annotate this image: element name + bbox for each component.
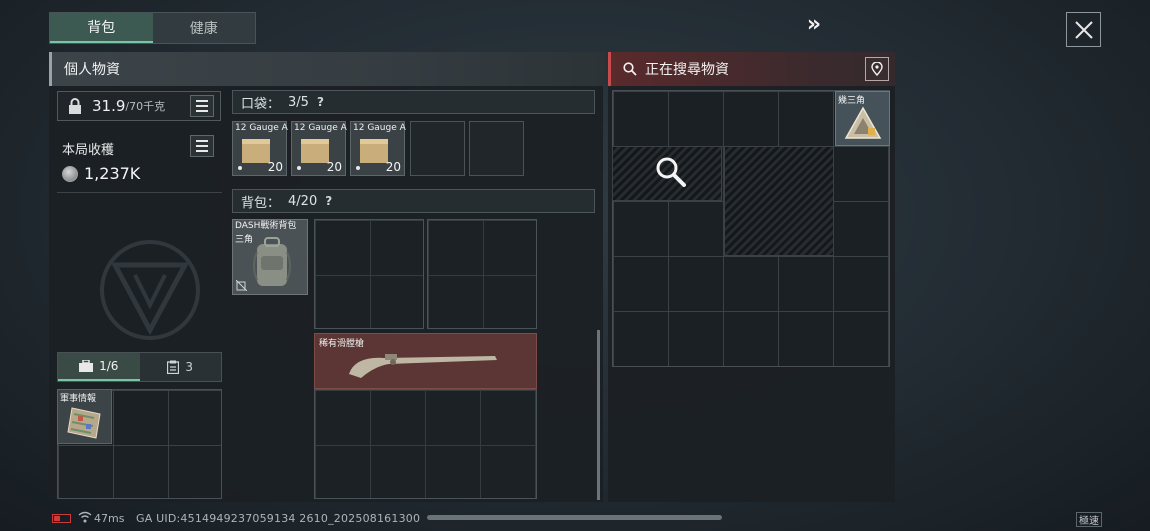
- tab-briefcase[interactable]: 1/6: [58, 353, 140, 381]
- intel-map-icon: [67, 407, 101, 439]
- clipboard-icon: [167, 360, 180, 374]
- ammo-label: 12 Gauge A: [294, 123, 347, 133]
- horizontal-scrollbar[interactable]: [427, 515, 722, 520]
- triangle-token-icon: [844, 106, 882, 139]
- ammo-count: 20: [326, 160, 342, 174]
- pocket-count: 3/5: [288, 94, 309, 110]
- search-header: 正在搜尋物資: [608, 52, 895, 86]
- ammo-count: 20: [267, 160, 283, 174]
- ammo-label: 12 Gauge A: [235, 123, 288, 133]
- location-pin-button[interactable]: [865, 57, 889, 81]
- location-pin-icon: [871, 62, 883, 76]
- backpack-help-icon[interactable]: ?: [325, 194, 332, 208]
- search-header-label: 正在搜尋物資: [645, 62, 729, 78]
- close-icon: [1074, 20, 1093, 39]
- ammo-box-icon: [242, 139, 270, 163]
- pocket-label: 口袋：: [241, 96, 281, 112]
- tab-backpack[interactable]: 背包: [50, 13, 153, 43]
- harvest-value-row: 1,237K: [62, 164, 140, 183]
- battery-icon: [52, 514, 71, 523]
- backpack-icon: [253, 237, 291, 286]
- backpack-scrollbar[interactable]: [597, 330, 600, 500]
- ammo-box-icon: [360, 139, 388, 163]
- pocket-slot-1[interactable]: 12 Gauge A 20: [232, 121, 288, 176]
- speed-badge[interactable]: 極速: [1076, 512, 1102, 527]
- pocket-help-icon[interactable]: ?: [317, 95, 324, 109]
- unsearched-cell-b: [724, 146, 834, 256]
- search-icon: [623, 62, 637, 76]
- backpack-bar: 背包： 4/20 ?: [232, 189, 595, 213]
- personal-header: 個人物資: [49, 52, 605, 86]
- harvest-value: 1,237K: [84, 164, 141, 183]
- divider: [57, 192, 222, 193]
- weight-max: /70千克: [125, 100, 166, 113]
- weight-value: 31.9: [92, 97, 126, 115]
- storage-tabs: 1/6 3: [57, 352, 222, 382]
- intel-item[interactable]: 軍事情報: [57, 389, 112, 444]
- briefcase-count: 1/6: [99, 359, 119, 373]
- pocket-slot-5[interactable]: [469, 121, 524, 176]
- musket-icon: [349, 354, 497, 378]
- pocket-slot-2[interactable]: 12 Gauge A 20: [291, 121, 347, 176]
- rare-musket-item[interactable]: 稀有滑膛槍: [314, 333, 537, 389]
- dash-backpack-item[interactable]: DASH戰術背包 三角: [232, 219, 308, 295]
- backpack-slot-b[interactable]: [427, 219, 537, 329]
- backpack-count: 4/20: [288, 193, 318, 209]
- close-button[interactable]: [1066, 12, 1101, 47]
- harvest-list-button[interactable]: [190, 135, 214, 157]
- ammo-dot-icon: [238, 166, 242, 170]
- triangle-item-label: 幾三角: [838, 96, 866, 106]
- coin-icon: [62, 165, 78, 182]
- double-chevron-right-icon[interactable]: »: [800, 12, 828, 38]
- uid-text: GA UID:4514949237059134 2610_20250816130…: [136, 512, 421, 525]
- harvest-label: 本局收穫: [62, 143, 115, 158]
- clipboard-count: 3: [185, 360, 194, 374]
- ammo-dot-icon: [356, 166, 360, 170]
- main-tabs: 背包 健康: [49, 12, 256, 44]
- pocket-slot-3[interactable]: 12 Gauge A 20: [350, 121, 406, 176]
- backpack-item-label: DASH戰術背包: [235, 221, 297, 231]
- searching-magnifier-icon: [656, 157, 686, 187]
- lock-icon: [69, 98, 81, 114]
- ammo-box-icon: [301, 139, 329, 163]
- pocket-bar: 口袋： 3/5 ?: [232, 90, 595, 114]
- backpack-label: 背包：: [241, 195, 281, 211]
- ping-value: 47ms: [94, 512, 125, 525]
- tab-health[interactable]: 健康: [153, 13, 256, 43]
- briefcase-icon: [79, 360, 94, 372]
- ammo-dot-icon: [297, 166, 301, 170]
- tab-clipboard[interactable]: 3: [139, 353, 221, 381]
- no-insure-icon: [236, 280, 247, 291]
- backpack-grid-lower[interactable]: [314, 389, 537, 499]
- wifi-icon: [78, 511, 92, 523]
- triangle-item[interactable]: 幾三角: [835, 91, 890, 146]
- backpack-slot-a[interactable]: [314, 219, 424, 329]
- intel-item-label: 軍事情報: [60, 394, 97, 404]
- weight-list-button[interactable]: [190, 95, 214, 117]
- ammo-label: 12 Gauge A: [353, 123, 406, 133]
- emblem-icon: [100, 240, 200, 340]
- ammo-count: 20: [385, 160, 401, 174]
- pocket-slot-4[interactable]: [410, 121, 465, 176]
